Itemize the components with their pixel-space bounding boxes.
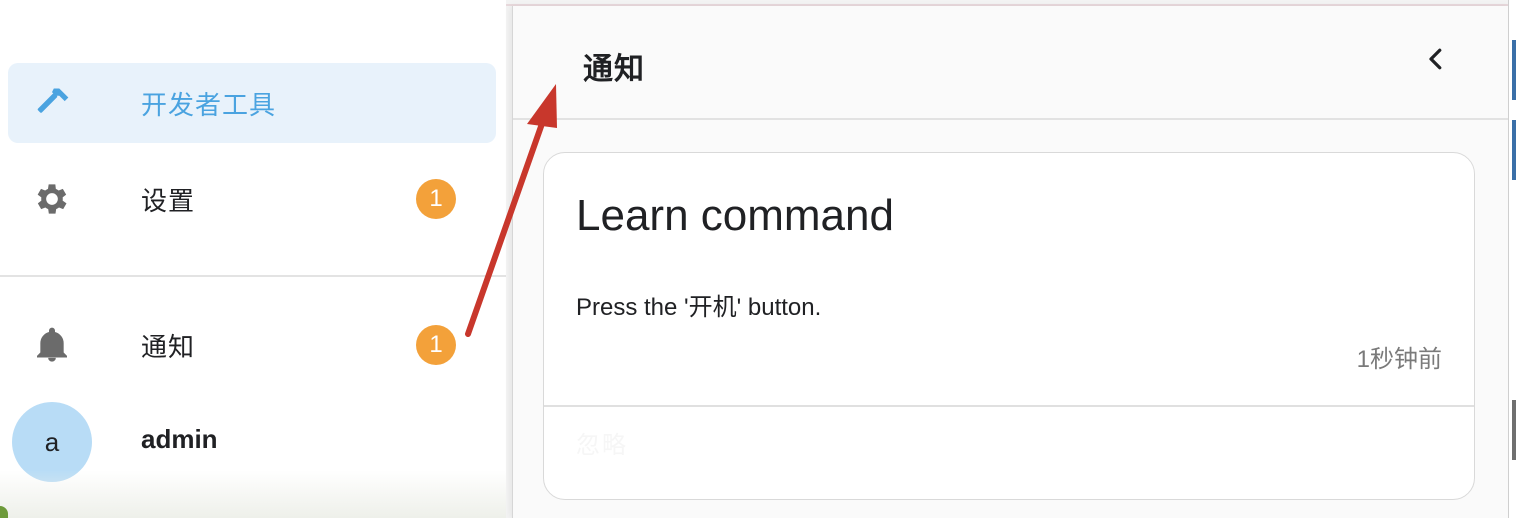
close-drawer-button[interactable] [1419, 44, 1453, 78]
sidebar-item-settings[interactable]: 设置 1 [8, 159, 496, 239]
notification-timestamp: 1秒钟前 [1356, 346, 1442, 373]
hammer-icon [32, 83, 72, 123]
notifications-badge: 1 [416, 325, 456, 365]
gear-icon [32, 179, 72, 219]
bell-icon [32, 325, 72, 365]
card-divider [544, 405, 1474, 407]
sidebar-item-label: 开发者工具 [141, 89, 277, 120]
sidebar-item-label: 通知 [141, 331, 196, 362]
notification-message: Press the '开机' button. [576, 294, 822, 321]
sidebar-item-notifications[interactable]: 通知 1 [8, 305, 496, 385]
sidebar: 开发者工具 设置 1 通知 1 a admin [0, 0, 506, 518]
user-name[interactable]: admin [141, 424, 218, 455]
notification-drawer: 通知 Learn command Press the '开机' button. … [512, 6, 1510, 518]
sidebar-bottom-fade [0, 470, 506, 518]
sidebar-item-developer-tools[interactable]: 开发者工具 [8, 63, 496, 143]
drawer-header: 通知 [513, 6, 1509, 120]
drawer-title: 通知 [583, 53, 645, 86]
notification-title: Learn command [576, 191, 894, 240]
notification-card: Learn command Press the '开机' button. 1秒钟… [543, 152, 1475, 500]
background-edge [1508, 0, 1516, 518]
sidebar-divider [0, 275, 506, 277]
settings-badge: 1 [416, 179, 456, 219]
sidebar-item-label: 设置 [141, 185, 196, 216]
chevron-left-icon [1421, 44, 1451, 79]
dismiss-button[interactable]: 忽略 [576, 425, 628, 460]
